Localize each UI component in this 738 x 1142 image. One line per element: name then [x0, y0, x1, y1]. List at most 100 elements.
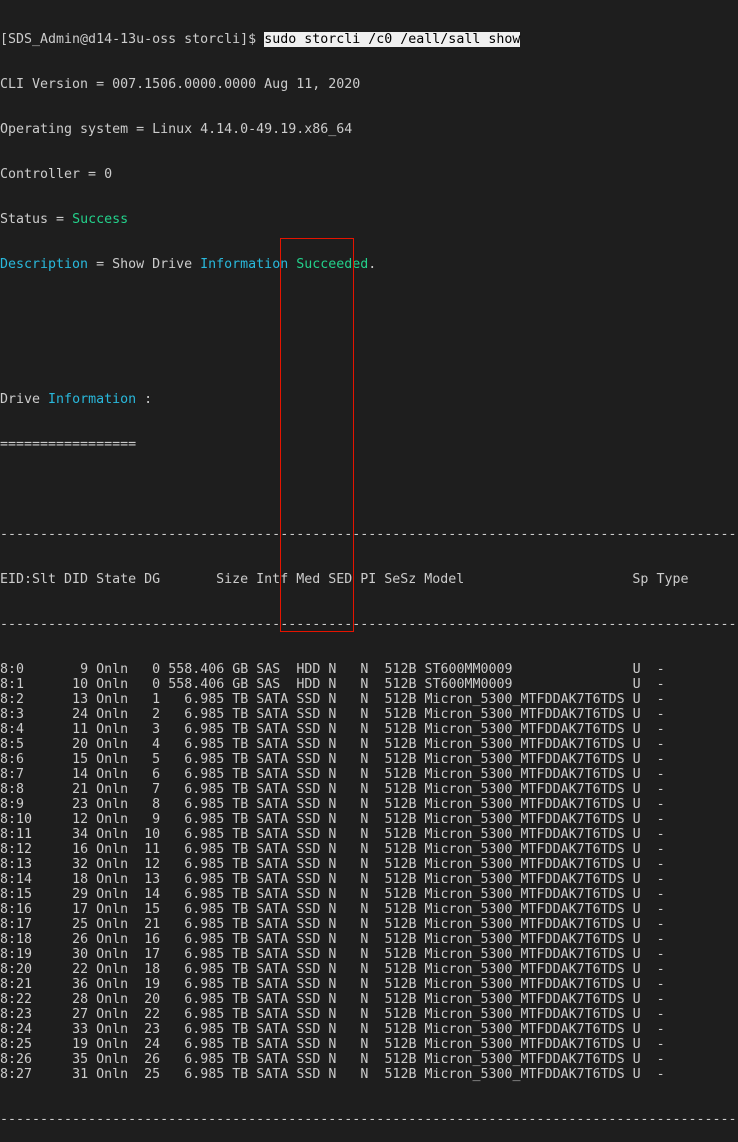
cell-intf: SATA: [256, 1007, 289, 1022]
cell-sp: U: [632, 812, 649, 827]
cell-intf: SATA: [256, 827, 289, 842]
cell-model: Micron_5300_MTFDDAK7T6TDS: [424, 827, 625, 842]
status-label: Status =: [0, 212, 73, 227]
cell-sesz: 512B: [384, 992, 417, 1007]
cell-intf: SATA: [256, 917, 289, 932]
cell-sp: U: [632, 1007, 649, 1022]
cell-size: 6.985 TB: [168, 857, 249, 872]
table-row: 8:8 21 Onln 7 6.985 TB SATA SSD N N 512B…: [0, 782, 737, 797]
cell-sp: U: [632, 902, 649, 917]
cell-dg: 1: [144, 692, 161, 707]
section-suffix: :: [136, 392, 153, 407]
controller: Controller = 0: [0, 167, 113, 182]
cell-med: SSD: [296, 947, 321, 962]
cell-med: SSD: [296, 1022, 321, 1037]
cell-pi: N: [360, 947, 377, 962]
cell-med: SSD: [296, 752, 321, 767]
cell-sesz: 512B: [384, 902, 417, 917]
command-text[interactable]: sudo storcli /c0 /eall/sall show: [264, 32, 521, 47]
cell-sed: N: [328, 677, 353, 692]
cell-sed: N: [328, 1007, 353, 1022]
cell-did: 12: [64, 812, 89, 827]
cell-intf: SATA: [256, 752, 289, 767]
cell-pi: N: [360, 722, 377, 737]
cell-sp: U: [632, 947, 649, 962]
cell-state: Onln: [96, 767, 137, 782]
cell-intf: SATA: [256, 887, 289, 902]
cell-did: 28: [64, 992, 89, 1007]
description-label: Description: [0, 257, 89, 272]
cell-sed: N: [328, 1067, 353, 1082]
cell-state: Onln: [96, 797, 137, 812]
cell-size: 6.985 TB: [168, 812, 249, 827]
cell-dg: 11: [144, 842, 161, 857]
cell-intf: SATA: [256, 1067, 289, 1082]
cell-eid-slot: 8:23: [0, 1007, 57, 1022]
cell-sesz: 512B: [384, 842, 417, 857]
cell-sesz: 512B: [384, 737, 417, 752]
cell-model: Micron_5300_MTFDDAK7T6TDS: [424, 1067, 625, 1082]
cell-sed: N: [328, 797, 353, 812]
cell-state: Onln: [96, 827, 137, 842]
cell-med: SSD: [296, 872, 321, 887]
cell-intf: SATA: [256, 1037, 289, 1052]
description-line: Description = Show Drive Information Suc…: [0, 257, 737, 272]
cell-med: SSD: [296, 857, 321, 872]
cell-did: 24: [64, 707, 89, 722]
cell-dg: 15: [144, 902, 161, 917]
cell-sed: N: [328, 842, 353, 857]
cell-sp: U: [632, 872, 649, 887]
cell-pi: N: [360, 842, 377, 857]
cell-type: -: [656, 767, 665, 782]
cell-type: -: [656, 692, 665, 707]
cell-model: Micron_5300_MTFDDAK7T6TDS: [424, 812, 625, 827]
table-row: 8:6 15 Onln 5 6.985 TB SATA SSD N N 512B…: [0, 752, 737, 767]
table-rule: ----------------------------------------…: [0, 617, 737, 632]
cell-sesz: 512B: [384, 752, 417, 767]
cell-sp: U: [632, 917, 649, 932]
cell-size: 6.985 TB: [168, 872, 249, 887]
cell-state: Onln: [96, 857, 137, 872]
cell-size: 6.985 TB: [168, 752, 249, 767]
prompt-line: [SDS_Admin@d14-13u-oss storcli]$ sudo st…: [0, 32, 737, 47]
cell-pi: N: [360, 677, 377, 692]
cell-pi: N: [360, 917, 377, 932]
cell-model: Micron_5300_MTFDDAK7T6TDS: [424, 917, 625, 932]
cell-model: Micron_5300_MTFDDAK7T6TDS: [424, 1037, 625, 1052]
cell-sesz: 512B: [384, 722, 417, 737]
cell-eid-slot: 8:0: [0, 662, 57, 677]
cell-type: -: [656, 917, 665, 932]
cell-intf: SATA: [256, 737, 289, 752]
cell-state: Onln: [96, 677, 137, 692]
table-row: 8:18 26 Onln 16 6.985 TB SATA SSD N N 51…: [0, 932, 737, 947]
table-row: 8:25 19 Onln 24 6.985 TB SATA SSD N N 51…: [0, 1037, 737, 1052]
cell-sp: U: [632, 737, 649, 752]
cell-sp: U: [632, 677, 649, 692]
cell-type: -: [656, 947, 665, 962]
cell-dg: 21: [144, 917, 161, 932]
cell-pi: N: [360, 737, 377, 752]
cell-sed: N: [328, 737, 353, 752]
cell-eid-slot: 8:6: [0, 752, 57, 767]
cell-dg: 14: [144, 887, 161, 902]
cell-state: Onln: [96, 992, 137, 1007]
cell-state: Onln: [96, 962, 137, 977]
cell-sed: N: [328, 932, 353, 947]
cell-intf: SATA: [256, 962, 289, 977]
cell-intf: SATA: [256, 722, 289, 737]
cell-pi: N: [360, 1007, 377, 1022]
cell-type: -: [656, 842, 665, 857]
cell-sp: U: [632, 992, 649, 1007]
terminal-output[interactable]: [SDS_Admin@d14-13u-oss storcli]$ sudo st…: [0, 2, 737, 1142]
cell-type: -: [656, 1022, 665, 1037]
cell-sp: U: [632, 977, 649, 992]
cell-sed: N: [328, 1022, 353, 1037]
cell-model: Micron_5300_MTFDDAK7T6TDS: [424, 962, 625, 977]
cell-eid-slot: 8:3: [0, 707, 57, 722]
cell-dg: 24: [144, 1037, 161, 1052]
cell-pi: N: [360, 1067, 377, 1082]
cell-model: Micron_5300_MTFDDAK7T6TDS: [424, 872, 625, 887]
cell-type: -: [656, 677, 665, 692]
